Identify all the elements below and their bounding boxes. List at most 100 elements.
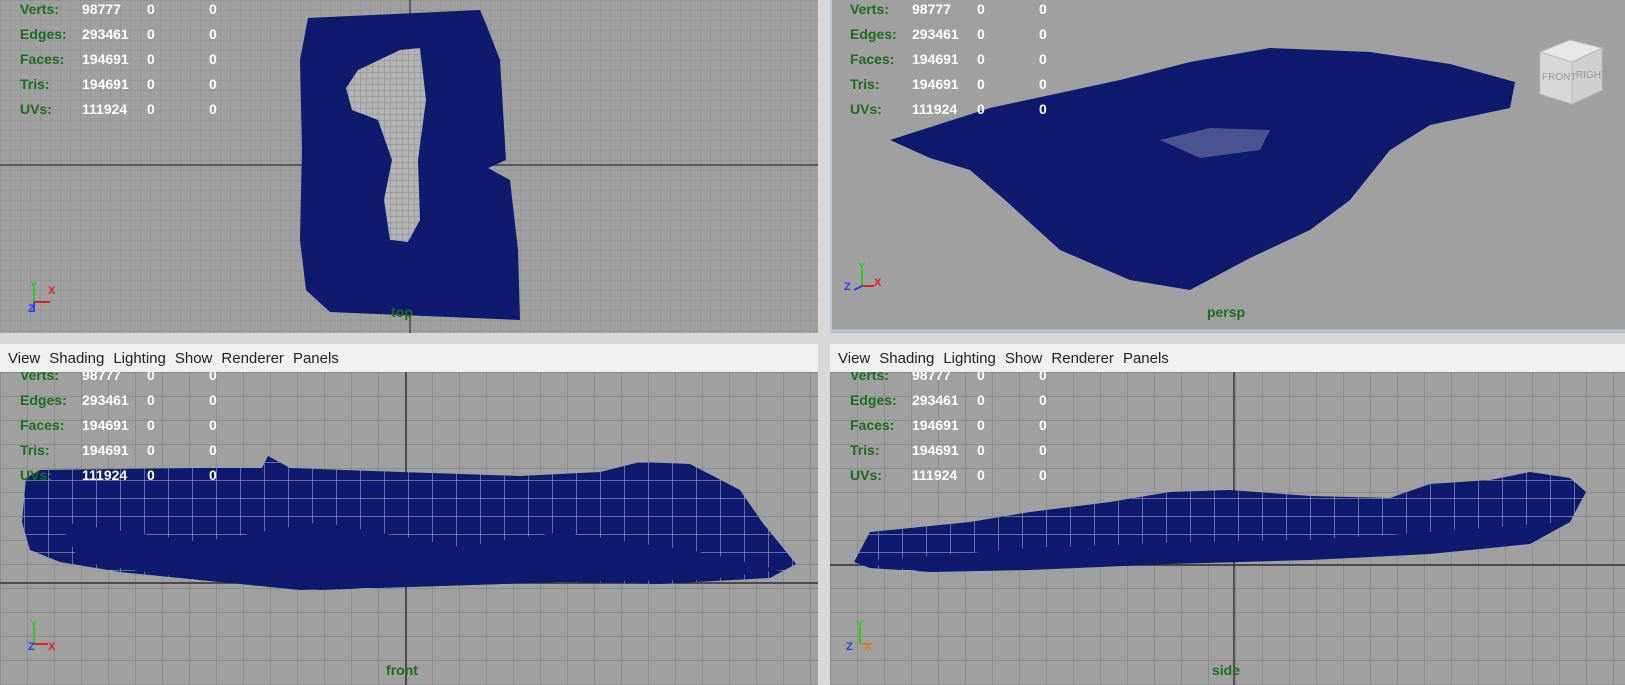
hud-value: 98777 [82, 1, 121, 17]
menu-renderer[interactable]: Renderer [1051, 350, 1114, 367]
hud-value: 98777 [912, 1, 951, 17]
hud-value: 0 [1039, 76, 1047, 92]
hud-value: 293461 [82, 26, 129, 42]
hud-label: UVs: [850, 467, 882, 483]
viewcube-right-label: RIGHT [1576, 70, 1607, 81]
hud-value: 0 [209, 26, 217, 42]
axis-label-y: Y [858, 262, 866, 273]
hud-value: 0 [147, 76, 155, 92]
hud-value: 111924 [82, 101, 128, 117]
hud-value: 0 [147, 392, 155, 408]
hud-value: 0 [1039, 442, 1047, 458]
hud-label: Faces: [850, 417, 895, 433]
hud-value: 0 [1039, 1, 1047, 17]
hud-value: 0 [977, 442, 985, 458]
hud-label: Verts: [20, 372, 59, 383]
menu-shading[interactable]: Shading [49, 350, 104, 367]
hud-value: 0 [209, 372, 217, 383]
menu-panels[interactable]: Panels [1123, 350, 1169, 367]
hud-label: Edges: [850, 392, 897, 408]
hud-label: Edges: [20, 392, 67, 408]
hud-value: 0 [1039, 101, 1047, 117]
hud-value: 0 [977, 392, 985, 408]
viewport-label: top [391, 304, 413, 320]
hud-value: 194691 [912, 417, 959, 433]
axis-label-x: X [874, 277, 882, 289]
pane-divider-horizontal[interactable] [0, 333, 1625, 344]
hud-value: 0 [1039, 51, 1047, 67]
hud-label: UVs: [20, 101, 52, 117]
menu-lighting[interactable]: Lighting [113, 350, 166, 367]
hud-label: Tris: [850, 76, 880, 92]
hud-value: 293461 [82, 392, 129, 408]
hud-value: 0 [977, 372, 985, 383]
hud-value: 0 [977, 467, 985, 483]
viewport-front[interactable]: Verts: 98777 0 0 Edges: 293461 0 0 Faces: 19469… [0, 372, 818, 685]
axis-label-x: X [48, 285, 56, 297]
hud-value: 0 [977, 101, 985, 117]
hud-label: Faces: [850, 51, 895, 67]
axis-label-z: Z [844, 281, 851, 293]
hud-label: UVs: [20, 467, 52, 483]
hud-value: 111924 [912, 101, 958, 117]
hud-label: Verts: [850, 1, 889, 17]
hud-value: 194691 [912, 442, 959, 458]
hud-value: 0 [209, 76, 217, 92]
hud-label: Tris: [850, 442, 880, 458]
axis-gizmo-icon: Y X Z [846, 619, 872, 653]
axis-gizmo-icon: Y X Z [844, 262, 882, 293]
menu-show[interactable]: Show [175, 350, 213, 367]
viewcube-icon[interactable]: FRONT RIGHT [1530, 36, 1610, 110]
hud-value: 0 [209, 417, 217, 433]
hud-value: 0 [209, 442, 217, 458]
axis-label-x: X [864, 641, 872, 653]
axis-gizmo-icon: Y X Z [28, 619, 56, 653]
pane-divider-vertical[interactable] [818, 0, 830, 685]
hud-value: 0 [147, 1, 155, 17]
menu-renderer[interactable]: Renderer [221, 350, 284, 367]
hud-value: 194691 [82, 76, 129, 92]
hud-label: Faces: [20, 417, 65, 433]
hud-value: 0 [977, 417, 985, 433]
menu-view[interactable]: View [8, 350, 40, 367]
axis-label-z: Z [28, 303, 35, 315]
axis-label-z: Z [846, 641, 853, 653]
hud-label: Faces: [20, 51, 65, 67]
menu-shading[interactable]: Shading [879, 350, 934, 367]
menu-lighting[interactable]: Lighting [943, 350, 996, 367]
menu-panels[interactable]: Panels [293, 350, 339, 367]
hud-value: 0 [147, 467, 155, 483]
hud-value: 0 [1039, 372, 1047, 383]
hud-value: 194691 [912, 76, 959, 92]
menu-show[interactable]: Show [1005, 350, 1043, 367]
hud-value: 0 [147, 26, 155, 42]
hud-value: 0 [1039, 467, 1047, 483]
viewport-top[interactable]: Verts: 98777 0 0 Edges: 293461 0 0 Faces: 19469… [0, 0, 818, 333]
hud-value: 194691 [912, 51, 959, 67]
viewport-label: front [386, 662, 418, 678]
hud-label: Verts: [850, 372, 889, 383]
menubar-side: View Shading Lighting Show Renderer Pane… [830, 344, 1625, 372]
hud-value: 0 [147, 372, 155, 383]
hud-value: 194691 [82, 442, 129, 458]
hud-value: 0 [977, 76, 985, 92]
hud-value: 0 [977, 51, 985, 67]
axis-label-x: X [48, 641, 56, 653]
viewport-persp[interactable]: Verts: 98777 0 0 Edges: 293461 0 0 Faces: 19469… [830, 0, 1625, 333]
hud-label: Tris: [20, 76, 50, 92]
hud-value: 0 [147, 442, 155, 458]
hud-value: 293461 [912, 392, 959, 408]
viewport-label: persp [1206, 304, 1246, 320]
hud-value: 0 [147, 417, 155, 433]
viewport-label: side [1211, 662, 1240, 678]
hud-value: 293461 [912, 26, 959, 42]
menu-view[interactable]: View [838, 350, 870, 367]
viewcube-front-label: FRONT [1542, 72, 1576, 83]
hud-label: UVs: [850, 101, 882, 117]
hud-value: 0 [209, 467, 217, 483]
hud-label: Verts: [20, 1, 59, 17]
axis-label-y: Y [856, 619, 864, 631]
hud-value: 0 [977, 26, 985, 42]
viewport-side[interactable]: Verts: 98777 0 0 Edges: 293461 0 0 Faces: 19469… [830, 372, 1625, 685]
axis-label-y: Y [30, 619, 38, 631]
